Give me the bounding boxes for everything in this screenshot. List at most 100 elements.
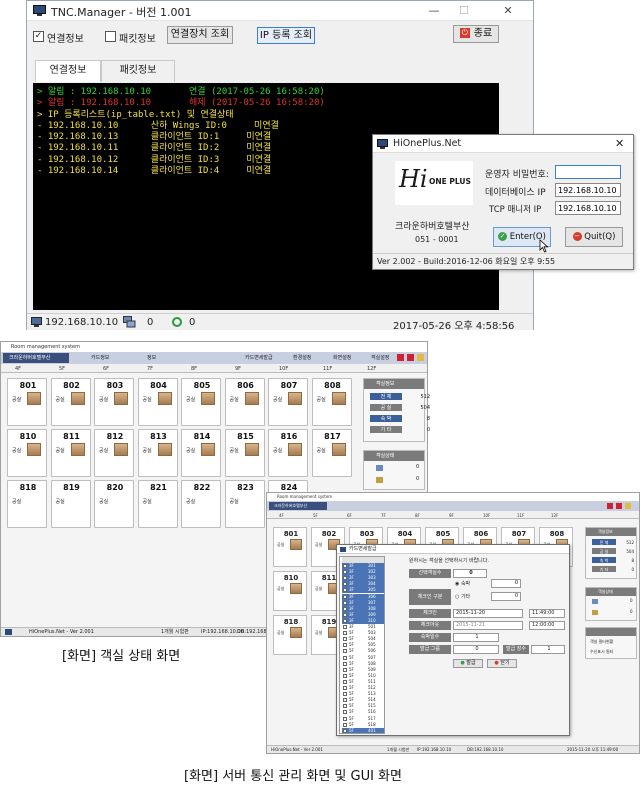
room-list-item[interactable]: 3F 301 [342, 563, 384, 569]
room-list-item[interactable]: 5F 517 [342, 716, 384, 722]
room-list-checkbox[interactable] [343, 649, 347, 654]
floor-tab[interactable]: 7F [147, 365, 153, 373]
operator-password-input[interactable] [555, 165, 621, 179]
exit-button[interactable]: ⏻ 종료 [453, 25, 499, 43]
room-card[interactable]: 815 공실 [224, 429, 265, 477]
room-list-checkbox[interactable] [343, 710, 347, 715]
floor-tab[interactable]: 9F [235, 365, 241, 373]
rm2-close-icon[interactable] [607, 503, 613, 509]
checkout-time-input[interactable]: 12:00:00 [529, 621, 565, 630]
room-list-item[interactable]: 3F 309 [342, 611, 384, 618]
opt-stay-value[interactable]: 0 [491, 579, 521, 588]
floor-tab[interactable]: 11F [517, 512, 524, 520]
room-list-item[interactable]: 5F 510 [342, 673, 384, 679]
room-list-checkbox[interactable] [343, 606, 347, 611]
room-card[interactable]: 819 공실 [50, 480, 91, 528]
room-card[interactable]: 806 공실 [224, 378, 265, 426]
rm-tool-card-info[interactable]: 카드정보 [91, 354, 109, 361]
floor-tab[interactable]: 5F [313, 512, 318, 520]
room-list-item[interactable]: 5F 505 [342, 642, 384, 648]
rm-tool-room[interactable]: 객실설정 [371, 354, 389, 361]
room-list-checkbox[interactable] [343, 655, 347, 660]
room-card[interactable]: 808 공실 [311, 378, 352, 426]
room-card[interactable]: 805 공실 [181, 378, 221, 426]
device-lookup-button[interactable]: 연결장치 조회 [167, 26, 233, 44]
quit-button[interactable]: − Quit(Q) [565, 227, 623, 247]
room-list-item[interactable]: 3F 305 [342, 587, 384, 594]
room-card[interactable]: 807 공실 [268, 378, 308, 426]
opt-other-value[interactable]: 0 [491, 592, 521, 601]
room-list-item[interactable]: 5F 516 [342, 709, 384, 715]
room-list-checkbox[interactable] [343, 643, 347, 648]
room-card[interactable]: 801 공실 [273, 527, 307, 567]
checkin-date-input[interactable]: 2015-11-20 [453, 609, 523, 618]
room-list-checkbox[interactable] [343, 673, 347, 678]
close-button[interactable]: ✕ [495, 3, 521, 19]
room-list-checkbox[interactable] [343, 686, 347, 690]
room-list-checkbox[interactable] [343, 692, 347, 697]
room-list-item[interactable]: 5F 508 [342, 661, 384, 667]
room-list-item[interactable]: 5F 401 [342, 727, 384, 733]
maximize-button[interactable]: ☐ [451, 3, 477, 19]
room-list-checkbox[interactable] [343, 582, 347, 587]
floor-tab[interactable]: 4F [15, 365, 21, 373]
ip-register-button[interactable]: IP 등록 조회 [257, 27, 315, 44]
room-list-checkbox[interactable] [343, 679, 347, 684]
floor-tab[interactable]: 10F [483, 512, 490, 520]
room-list-item[interactable]: 5F 509 [342, 667, 384, 673]
group-input[interactable]: 0 [453, 645, 499, 654]
room-list-checkbox[interactable] [343, 600, 347, 605]
room-list-item[interactable]: 3F 302 [342, 569, 384, 576]
packet-info-checkbox[interactable] [105, 31, 116, 42]
floor-tab[interactable]: 8F [415, 512, 420, 520]
opt-stay-radio[interactable]: ◉ 숙박 [455, 580, 470, 587]
room-list-checkbox[interactable] [343, 612, 347, 617]
room-list-checkbox[interactable] [343, 722, 347, 727]
popup-room-list[interactable]: 3F 301 3F 302 3F 303 3F 304 3F 305 3F 306 3F 307 3F 308… [339, 556, 385, 734]
floor-tab[interactable]: 4F [279, 512, 284, 520]
room-list-item[interactable]: 5F 518 [342, 722, 384, 728]
room-card[interactable]: 821 공실 [137, 480, 178, 528]
floor-tab[interactable]: 6F [103, 365, 109, 373]
room-list-checkbox[interactable] [343, 618, 347, 623]
rm2-filter-2[interactable]: 수신표시 필터 [590, 649, 613, 655]
rm2-filter-1[interactable]: 객실 필터현황 [590, 639, 613, 645]
floor-tab[interactable]: 10F [279, 365, 288, 373]
room-list-checkbox[interactable] [343, 588, 347, 593]
tcp-manager-ip-input[interactable] [555, 201, 621, 215]
floor-tab[interactable]: 6F [347, 512, 352, 520]
room-list-item[interactable]: 3F 310 [342, 617, 384, 624]
room-list-checkbox[interactable] [343, 625, 347, 629]
room-list-checkbox[interactable] [343, 704, 347, 709]
room-card[interactable]: 813 공실 [137, 429, 178, 477]
room-card[interactable]: 802 공실 [50, 378, 91, 426]
rm-tool-screen[interactable]: 화면설정 [333, 354, 351, 361]
popup-close-button[interactable]: ● 닫기 [487, 659, 517, 668]
room-list-item[interactable]: 5F 503 [342, 630, 384, 636]
room-card[interactable]: 816 공실 [268, 429, 308, 477]
room-list-checkbox[interactable] [343, 716, 347, 721]
room-card[interactable]: 810 공실 [273, 571, 307, 611]
room-list-checkbox[interactable] [343, 728, 347, 733]
room-card[interactable]: 810 공실 [7, 429, 47, 477]
room-card[interactable]: 817 공실 [311, 429, 352, 477]
count-input[interactable]: 1 [531, 645, 565, 654]
room-card[interactable]: 823 공실 [224, 480, 265, 528]
floor-tab[interactable]: 7F [381, 512, 386, 520]
floor-tab[interactable]: 8F [191, 365, 197, 373]
room-list-item[interactable]: 5F 515 [342, 703, 384, 709]
floor-tab[interactable]: 12F [367, 365, 376, 373]
rm-folder-icon[interactable] [417, 354, 424, 361]
database-ip-input[interactable] [555, 183, 621, 197]
nights-input[interactable]: 1 [453, 633, 499, 642]
rm-tool-env[interactable]: 환경설정 [293, 354, 311, 361]
room-list-checkbox[interactable] [343, 698, 347, 703]
tab-connection-info[interactable]: 연결정보 [35, 60, 101, 82]
opt-other-radio[interactable]: ○ 기타 [455, 593, 470, 600]
room-list-item[interactable]: 5F 506 [342, 648, 384, 654]
room-list-checkbox[interactable] [343, 661, 347, 666]
room-list-checkbox[interactable] [343, 637, 347, 642]
room-list-checkbox[interactable] [343, 667, 347, 672]
room-list-item[interactable]: 3F 308 [342, 605, 384, 612]
room-card[interactable]: 811 공실 [50, 429, 91, 477]
